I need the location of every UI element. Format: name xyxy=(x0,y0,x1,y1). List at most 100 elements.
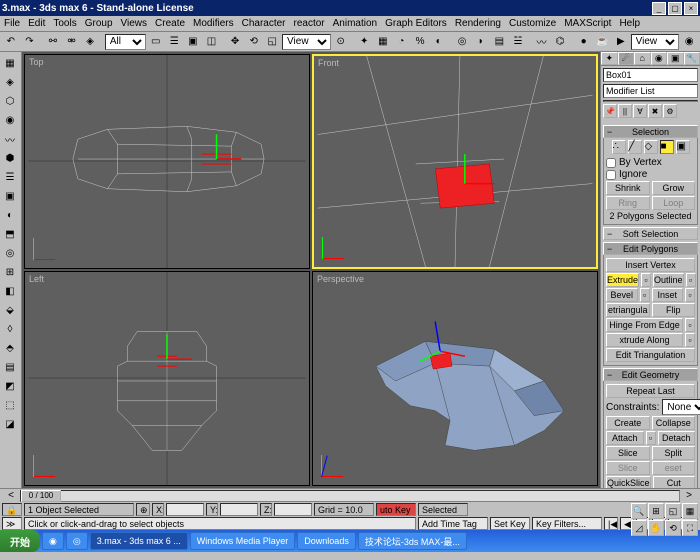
pan-button[interactable]: ✋ xyxy=(648,520,664,536)
extrude-spline-button[interactable]: xtrude Along Spline xyxy=(606,333,683,347)
keymode-dropdown[interactable]: Selected xyxy=(418,503,468,516)
rollout-selection[interactable]: Selection xyxy=(603,125,698,138)
tab-tool-15[interactable]: ◊ xyxy=(1,320,19,338)
menu-tools[interactable]: Tools xyxy=(53,18,76,29)
fov-button[interactable]: ◿ xyxy=(631,520,647,536)
z-field[interactable] xyxy=(274,503,312,516)
flip-button[interactable]: Flip xyxy=(652,303,696,317)
ring-button[interactable]: Ring xyxy=(606,196,650,210)
time-thumb[interactable]: 0 / 100 xyxy=(21,490,61,502)
tab-tool-2[interactable]: ◈ xyxy=(1,73,19,91)
cut-button[interactable]: Cut xyxy=(653,476,695,488)
triangulate-button[interactable]: etriangula xyxy=(606,303,650,317)
curve-editor-button[interactable]: 〰 xyxy=(533,33,551,51)
tab-motion[interactable]: ◉ xyxy=(651,52,668,65)
start-button[interactable]: 开始 xyxy=(0,530,40,552)
select-name-button[interactable]: ☰ xyxy=(165,33,183,51)
extrude-spline-settings-button[interactable]: ▫ xyxy=(685,333,695,347)
repeat-button[interactable]: Repeat Last xyxy=(606,384,695,398)
quickslice-button[interactable]: QuickSlice xyxy=(606,476,651,488)
attach-button[interactable]: Attach xyxy=(606,431,644,445)
menu-rendering[interactable]: Rendering xyxy=(455,18,501,29)
quick-render-button[interactable]: ▶ xyxy=(612,33,630,51)
viewport-top[interactable]: Top xyxy=(24,54,310,269)
tab-tool-18[interactable]: ◩ xyxy=(1,377,19,395)
time-next-button[interactable]: > xyxy=(682,490,696,502)
tab-tool-6[interactable]: ⬢ xyxy=(1,149,19,167)
task-wmp[interactable]: Windows Media Player xyxy=(190,532,296,550)
manipulate-button[interactable]: ✦ xyxy=(355,33,373,51)
tab-tool-19[interactable]: ⬚ xyxy=(1,396,19,414)
tab-tool-11[interactable]: ◎ xyxy=(1,244,19,262)
tab-tool-10[interactable]: ⬒ xyxy=(1,225,19,243)
link-button[interactable]: ⚯ xyxy=(44,33,62,51)
tab-tool-20[interactable]: ◪ xyxy=(1,415,19,433)
grow-button[interactable]: Grow xyxy=(652,181,696,195)
hinge-button[interactable]: Hinge From Edge xyxy=(606,318,683,332)
quick-launch-1[interactable]: ◉ xyxy=(42,532,64,550)
task-downloads[interactable]: Downloads xyxy=(297,532,356,550)
edit-tri-button[interactable]: Edit Triangulation xyxy=(606,348,695,362)
menu-character[interactable]: Character xyxy=(242,18,286,29)
slice-plane-button[interactable]: Slice Plane xyxy=(606,446,650,460)
bevel-settings-button[interactable]: ▫ xyxy=(640,288,650,302)
spinnersnap-button[interactable]: ◐ xyxy=(430,33,448,51)
autokey-button[interactable]: uto Key xyxy=(376,503,416,516)
tab-display[interactable]: ▣ xyxy=(667,52,684,65)
subobj-vertex-icon[interactable]: ∴ xyxy=(612,140,626,154)
viewport-front[interactable]: Front xyxy=(312,54,598,269)
slice-button[interactable]: Slice xyxy=(606,461,650,475)
rotate-button[interactable]: ⟲ xyxy=(245,33,263,51)
tab-tool-14[interactable]: ⬙ xyxy=(1,301,19,319)
menu-edit[interactable]: Edit xyxy=(28,18,45,29)
tab-hierarchy[interactable]: ⌂ xyxy=(634,52,651,65)
menu-customize[interactable]: Customize xyxy=(509,18,556,29)
tab-tool-13[interactable]: ◧ xyxy=(1,282,19,300)
close-button[interactable]: × xyxy=(684,2,698,15)
extrude-settings-button[interactable]: ▫ xyxy=(641,273,651,287)
render-button[interactable]: ◉ xyxy=(680,33,698,51)
menu-create[interactable]: Create xyxy=(155,18,185,29)
viewport-perspective[interactable]: Perspective xyxy=(312,271,598,486)
menu-reactor[interactable]: reactor xyxy=(294,18,325,29)
tab-tool-12[interactable]: ⊞ xyxy=(1,263,19,281)
stack-unique-button[interactable]: ∀ xyxy=(633,104,647,118)
percentsnap-button[interactable]: % xyxy=(411,33,429,51)
menu-maxscript[interactable]: MAXScript xyxy=(564,18,611,29)
quick-launch-2[interactable]: ◎ xyxy=(66,532,88,550)
material-button[interactable]: ● xyxy=(575,33,593,51)
bevel-button[interactable]: Bevel xyxy=(606,288,638,302)
inset-settings-button[interactable]: ▫ xyxy=(685,288,695,302)
stack-show-button[interactable]: || xyxy=(618,104,632,118)
time-prev-button[interactable]: < xyxy=(4,490,18,502)
select-button[interactable]: ▭ xyxy=(147,33,165,51)
orbit-button[interactable]: ⟲ xyxy=(665,520,681,536)
rollout-edit-polygons[interactable]: Edit Polygons xyxy=(603,242,698,255)
tab-tool-3[interactable]: ⬡ xyxy=(1,92,19,110)
undo-button[interactable]: ↶ xyxy=(2,33,20,51)
maximize-viewport-button[interactable]: ⛶ xyxy=(682,520,698,536)
stack-remove-button[interactable]: ✖ xyxy=(648,104,662,118)
render-scene-button[interactable]: ☕ xyxy=(593,33,611,51)
tab-tool-9[interactable]: ◐ xyxy=(1,206,19,224)
lock-icon[interactable]: 🔒 xyxy=(2,503,22,516)
layers-button[interactable]: ☱ xyxy=(509,33,527,51)
move-button[interactable]: ✥ xyxy=(226,33,244,51)
window-crossing-button[interactable]: ◫ xyxy=(203,33,221,51)
by-vertex-checkbox[interactable] xyxy=(606,158,616,168)
inset-button[interactable]: Inset xyxy=(652,288,684,302)
outline-button[interactable]: Outline xyxy=(653,273,684,287)
zoom-all-button[interactable]: ⊞ xyxy=(648,503,664,519)
stack-meshsmooth[interactable]: MeshSmooth xyxy=(604,101,697,102)
shrink-button[interactable]: Shrink xyxy=(606,181,650,195)
scale-button[interactable]: ◱ xyxy=(263,33,281,51)
tab-create[interactable]: ✦ xyxy=(601,52,618,65)
stack-config-button[interactable]: ⚙ xyxy=(663,104,677,118)
maximize-button[interactable]: ▢ xyxy=(668,2,682,15)
align-button[interactable]: ▤ xyxy=(491,33,509,51)
selection-filter[interactable]: All xyxy=(105,34,146,50)
subobj-edge-icon[interactable]: ╱ xyxy=(628,140,642,154)
stack-pin-button[interactable]: 📌 xyxy=(603,104,617,118)
tab-tool-7[interactable]: ☰ xyxy=(1,168,19,186)
create-button[interactable]: Create xyxy=(606,416,650,430)
